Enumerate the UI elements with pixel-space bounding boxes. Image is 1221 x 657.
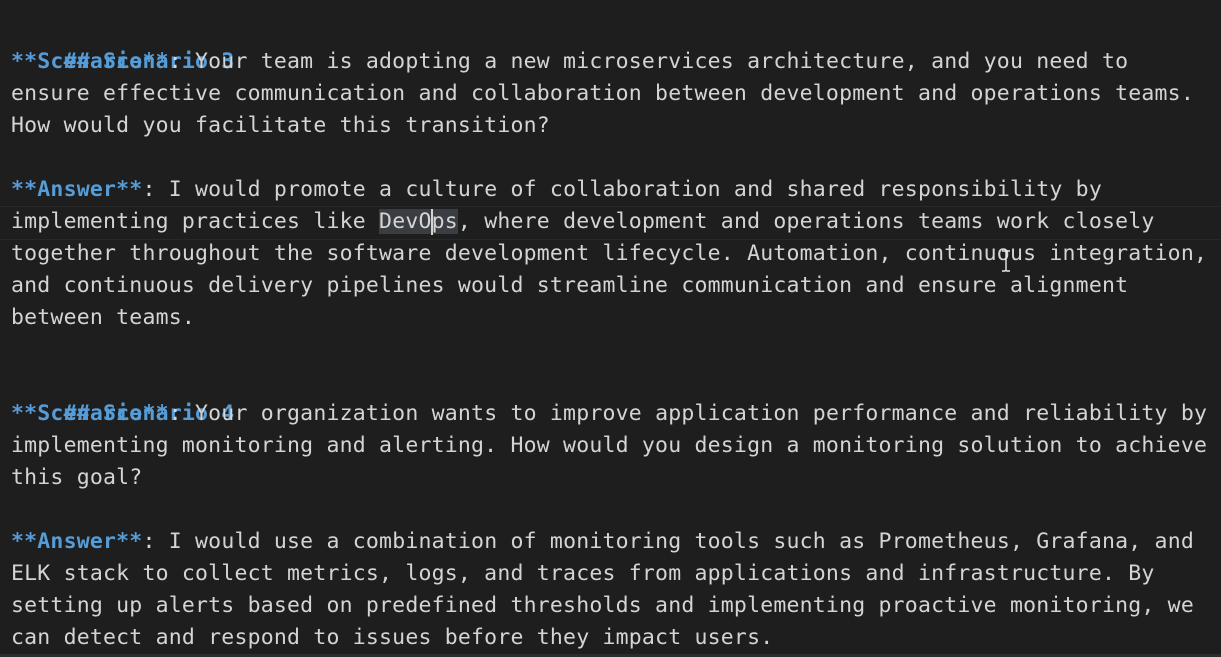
editor-line[interactable]: **Answer**: I would use a combination of… <box>11 526 1221 558</box>
editor-line-current[interactable]: implementing practices like DevOps, wher… <box>0 206 1221 240</box>
editor-line[interactable]: ensure effective communication and colla… <box>11 78 1221 110</box>
line-text: : I would use a combination of monitorin… <box>142 529 1194 554</box>
editor-line[interactable]: **Scenario**: Your team is adopting a ne… <box>11 46 1221 78</box>
markdown-editor[interactable]: ## Scenario 3 **Scenario**: Your team is… <box>0 0 1221 657</box>
line-text: ensure effective communication and colla… <box>11 81 1194 106</box>
bold-marker-scenario: **Scenario** <box>11 49 169 74</box>
line-text: implementing practices like <box>11 209 380 234</box>
line-text: : Your team is adopting a new microservi… <box>168 49 1129 74</box>
editor-line[interactable]: ## Scenario 3 <box>11 14 1221 74</box>
selected-word-devops[interactable]: DevOps <box>379 209 458 235</box>
bold-marker-scenario: **Scenario** <box>11 401 169 426</box>
line-text: : I would promote a culture of collabora… <box>142 177 1102 202</box>
line-text: How would you facilitate this transition… <box>11 113 550 138</box>
line-text: , where development and operations teams… <box>457 209 1155 234</box>
editor-line[interactable]: **Scenario**: Your organization wants to… <box>11 398 1221 430</box>
line-text: can detect and respond to issues before … <box>11 625 774 650</box>
line-text: : Your organization wants to improve app… <box>168 401 1208 426</box>
editor-line[interactable]: can detect and respond to issues before … <box>11 622 1221 654</box>
editor-line[interactable]: setting up alerts based on predefined th… <box>11 590 1221 622</box>
line-text: setting up alerts based on predefined th… <box>11 593 1194 618</box>
blank-line[interactable] <box>11 142 1221 174</box>
editor-line[interactable]: together throughout the software develop… <box>11 238 1221 270</box>
line-text: implementing monitoring and alerting. Ho… <box>11 433 1208 458</box>
selection-part: ps <box>431 209 458 234</box>
blank-line[interactable] <box>11 334 1221 366</box>
editor-line[interactable]: ELK stack to collect metrics, logs, and … <box>11 558 1221 590</box>
editor-line[interactable]: ## Scenario 4 <box>11 366 1221 426</box>
line-text: ELK stack to collect metrics, logs, and … <box>11 561 1155 586</box>
line-text: and continuous delivery pipelines would … <box>11 273 1129 298</box>
selection-part: DevO <box>379 209 432 234</box>
line-text: together throughout the software develop… <box>11 241 1208 266</box>
line-text: between teams. <box>11 305 196 330</box>
bold-marker-answer: **Answer** <box>11 177 143 202</box>
editor-line[interactable]: between teams. <box>11 302 1221 334</box>
blank-line[interactable] <box>11 494 1221 526</box>
editor-line[interactable]: **Answer**: I would promote a culture of… <box>11 174 1221 206</box>
editor-line[interactable]: How would you facilitate this transition… <box>11 110 1221 142</box>
editor-line[interactable]: implementing monitoring and alerting. Ho… <box>11 430 1221 462</box>
bold-marker-answer: **Answer** <box>11 529 143 554</box>
editor-line[interactable]: this goal? <box>11 462 1221 494</box>
line-text: this goal? <box>11 465 143 490</box>
editor-line[interactable]: and continuous delivery pipelines would … <box>11 270 1221 302</box>
